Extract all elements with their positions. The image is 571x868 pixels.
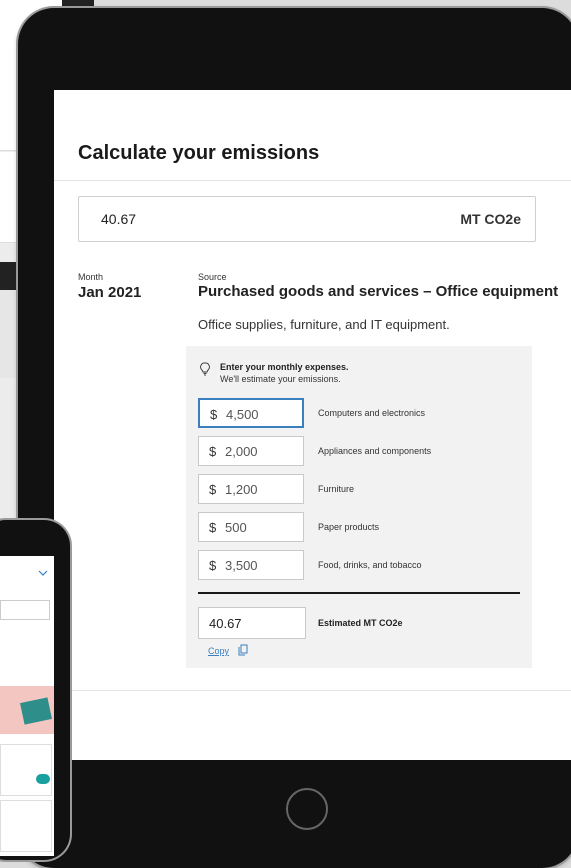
phone-device	[0, 520, 70, 860]
expense-amount: 3,500	[225, 558, 258, 573]
tablet-screen: Calculate your emissions 40.67 MT CO2e M…	[54, 90, 571, 760]
currency-symbol: $	[210, 407, 218, 422]
currency-symbol: $	[209, 482, 217, 497]
expenses-panel: Enter your monthly expenses. We'll estim…	[186, 346, 532, 668]
source-value: Purchased goods and services – Office eq…	[198, 283, 559, 300]
result-value: 40.67	[101, 211, 137, 227]
result-unit: MT CO2e	[460, 211, 521, 227]
phone-card	[0, 744, 52, 796]
expense-label: Appliances and components	[318, 446, 432, 456]
estimate-field[interactable]: 40.67	[198, 607, 306, 639]
copy-icon[interactable]	[238, 644, 248, 656]
divider	[198, 592, 520, 594]
phone-screen	[0, 556, 54, 856]
expense-label: Furniture	[318, 484, 355, 494]
expense-label: Computers and electronics	[318, 408, 426, 418]
phone-illustration	[0, 686, 54, 734]
tablet-device: Calculate your emissions 40.67 MT CO2e M…	[18, 8, 571, 868]
phone-card	[0, 800, 52, 852]
month-value: Jan 2021	[78, 284, 142, 301]
currency-symbol: $	[209, 558, 217, 573]
chevron-down-icon[interactable]	[38, 570, 48, 576]
currency-symbol: $	[209, 520, 217, 535]
estimate-label: Estimated MT CO2e	[318, 618, 403, 628]
page-title: Calculate your emissions	[78, 142, 320, 164]
expense-label: Food, drinks, and tobacco	[318, 560, 422, 570]
expense-amount: 1,200	[225, 482, 258, 497]
source-label: Source	[198, 272, 227, 282]
header: Calculate your emissions	[54, 90, 571, 181]
expense-input-appliances[interactable]: $ 2,000	[198, 436, 304, 466]
expense-amount: 500	[225, 520, 247, 535]
footer-divider	[54, 690, 571, 691]
hint-subtitle: We'll estimate your emissions.	[220, 374, 341, 384]
expense-input-computers[interactable]: $ 4,500	[198, 398, 304, 428]
expense-amount: 4,500	[226, 407, 259, 422]
phone-select[interactable]	[0, 600, 50, 620]
estimate-value: 40.67	[209, 616, 242, 631]
currency-symbol: $	[209, 444, 217, 459]
hint-title: Enter your monthly expenses.	[220, 362, 349, 372]
expense-label: Paper products	[318, 522, 380, 532]
lightbulb-icon	[200, 362, 210, 376]
home-button[interactable]	[286, 788, 328, 830]
month-label: Month	[78, 272, 104, 282]
result-field[interactable]: 40.67 MT CO2e	[78, 196, 536, 242]
expense-input-paper[interactable]: $ 500	[198, 512, 304, 542]
expense-input-furniture[interactable]: $ 1,200	[198, 474, 304, 504]
expense-amount: 2,000	[225, 444, 258, 459]
book-illustration	[20, 697, 52, 725]
toggle-icon[interactable]	[36, 774, 50, 784]
expense-input-food[interactable]: $ 3,500	[198, 550, 304, 580]
source-description: Office supplies, furniture, and IT equip…	[198, 317, 450, 332]
copy-link[interactable]: Copy	[208, 646, 229, 656]
